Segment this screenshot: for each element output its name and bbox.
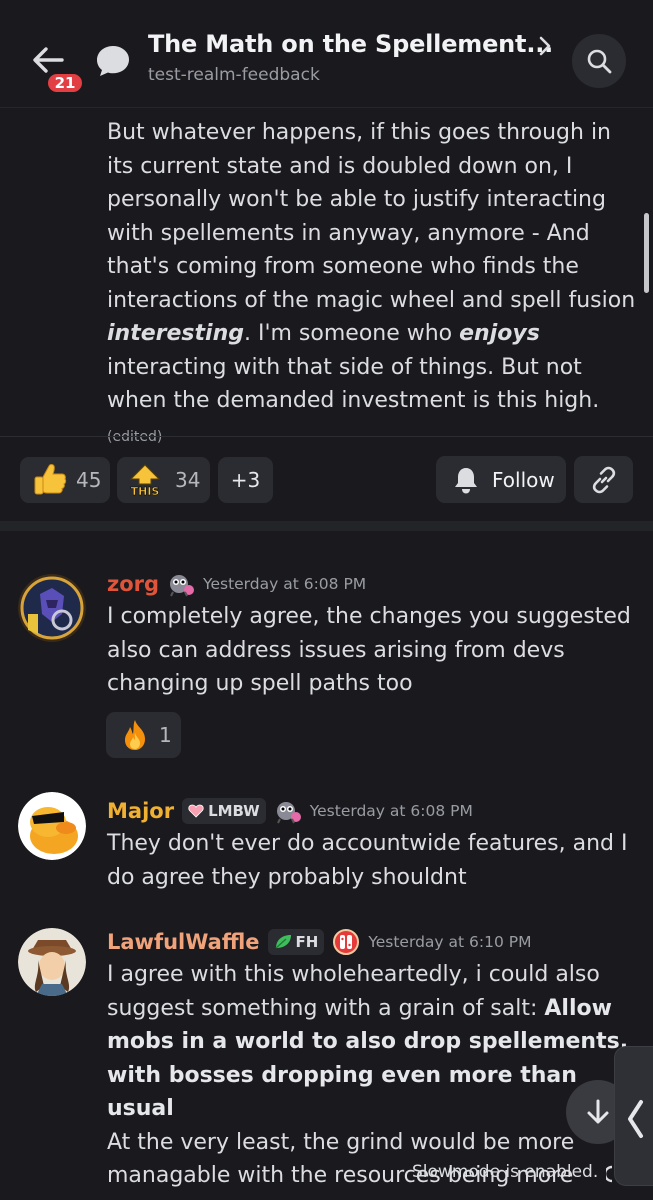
message-text: I completely agree, the changes you sugg… [107, 604, 631, 696]
scrollbar[interactable] [644, 213, 649, 293]
reaction-count: 45 [76, 468, 102, 492]
thumbs-up-icon [34, 464, 67, 495]
avatar[interactable] [18, 928, 86, 996]
bell-icon [455, 467, 477, 493]
reaction-fire[interactable]: 1 [106, 712, 181, 758]
timestamp: Yesterday at 6:08 PM [309, 802, 473, 820]
message-text: I agree with this wholeheartedly, i coul… [107, 958, 642, 1193]
this-emoji-text: THIS [131, 485, 160, 498]
message-header: Major LMBW Yesterday at 6:08 PM [107, 797, 473, 825]
user-badge-icon [332, 928, 360, 956]
user-badge-icon [274, 797, 302, 825]
unread-badge: 21 [45, 71, 85, 95]
arrow-down-icon [587, 1099, 609, 1124]
divider [0, 436, 653, 437]
link-icon [592, 466, 616, 494]
heart-icon [188, 804, 204, 818]
side-panel-handle[interactable] [614, 1046, 653, 1186]
username[interactable]: LawfulWaffle [107, 930, 260, 954]
user-badge-icon [167, 570, 195, 598]
username[interactable]: zorg [107, 572, 159, 596]
message-text-part: I agree with this wholeheartedly, i coul… [107, 962, 600, 1021]
chevron-left-icon [628, 1100, 643, 1138]
search-icon [587, 49, 612, 74]
message-header: zorg Yesterday at 6:08 PM [107, 570, 366, 598]
avatar[interactable] [18, 792, 86, 860]
thread-header: 21 The Math on the Spellement... test-re… [0, 0, 653, 108]
reaction-count: 1 [159, 723, 172, 747]
channel-name: test-realm-feedback [148, 65, 320, 85]
follow-button[interactable]: Follow [436, 456, 566, 503]
timestamp: Yesterday at 6:08 PM [203, 575, 367, 593]
emphasis-text: interesting [107, 321, 244, 346]
role-tag-label: FH [295, 933, 319, 951]
emphasis-text: enjoys [459, 321, 540, 346]
message-text: But whatever happens, if this goes throu… [107, 120, 636, 313]
role-tag-label: LMBW [208, 802, 260, 820]
follow-label: Follow [492, 467, 555, 492]
chevron-right-icon [539, 36, 551, 56]
message-text: interacting with that side of things. Bu… [107, 354, 600, 414]
avatar[interactable] [18, 574, 86, 642]
reaction-count: 34 [175, 468, 201, 492]
reaction-this[interactable]: THIS 34 [117, 457, 210, 503]
message-header: LawfulWaffle FH Yesterday at 6:10 PM [107, 928, 531, 956]
thread-title: The Math on the Spellement... [148, 30, 554, 58]
thread-icon [95, 44, 131, 78]
more-reactions-button[interactable]: +3 [218, 457, 273, 503]
reaction-thumbs-up[interactable]: 45 [20, 457, 110, 503]
username[interactable]: Major [107, 799, 174, 823]
role-tag: LMBW [182, 798, 266, 824]
thread-title-block[interactable]: The Math on the Spellement... test-realm… [148, 30, 568, 85]
slowmode-notice: Slowmode is enabled. [412, 1162, 599, 1182]
this-emoji-icon: THIS [129, 464, 161, 498]
copy-link-button[interactable] [574, 456, 633, 503]
search-button[interactable] [572, 34, 626, 88]
section-separator [0, 521, 653, 531]
timestamp: Yesterday at 6:10 PM [368, 933, 532, 951]
leaf-icon [275, 935, 291, 949]
stopwatch-icon [603, 1164, 618, 1184]
message-text: They don't ever do accountwide features,… [107, 831, 628, 890]
fire-icon [125, 720, 145, 750]
role-tag: FH [267, 929, 325, 955]
starter-message-text: But whatever happens, if this goes throu… [107, 116, 637, 454]
message-text: . I'm someone who [243, 321, 460, 346]
more-reactions-label: +3 [230, 468, 261, 492]
